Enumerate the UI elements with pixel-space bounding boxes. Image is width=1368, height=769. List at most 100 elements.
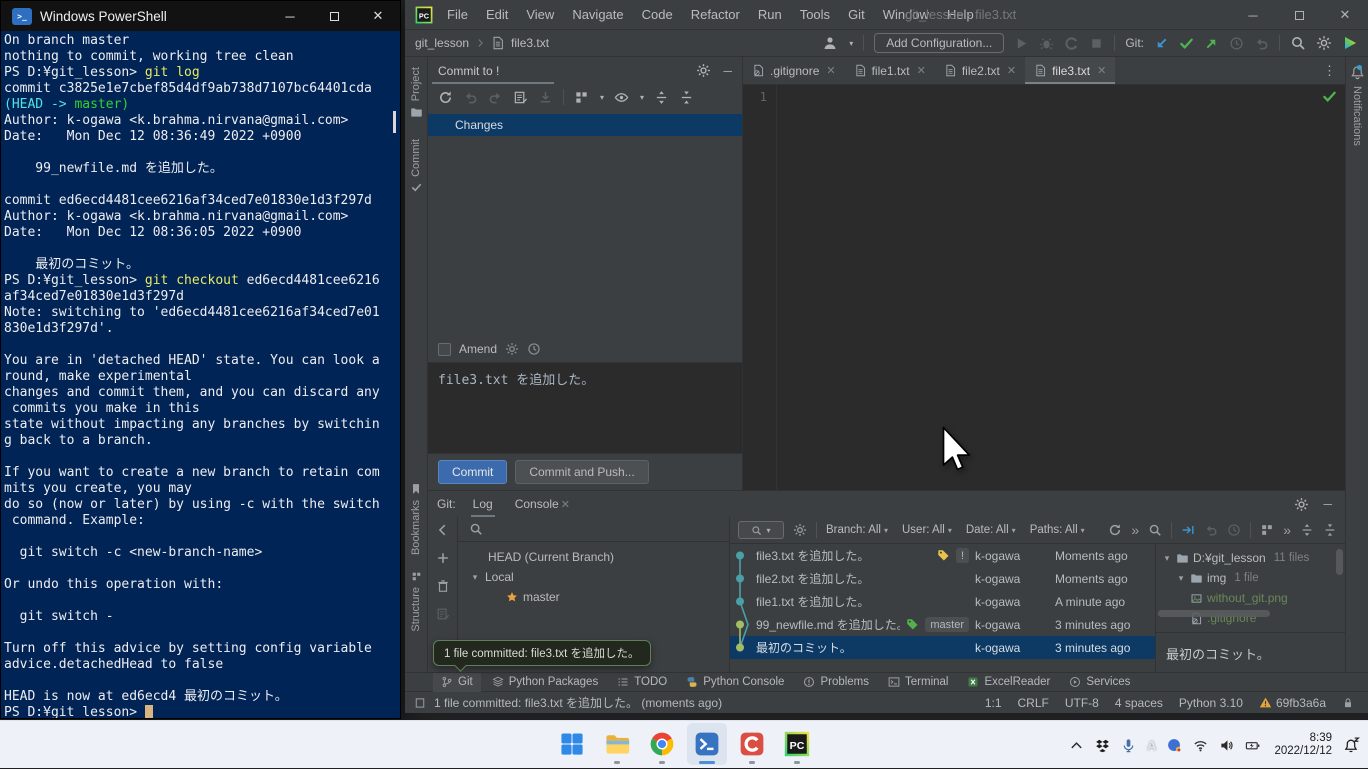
commit-row[interactable]: file1.txt を追加した。k-ogawaA minute ago bbox=[730, 590, 1155, 613]
update-project-button[interactable] bbox=[1154, 36, 1169, 51]
status-item[interactable]: 4 spaces bbox=[1115, 696, 1163, 710]
maximize-button[interactable] bbox=[312, 1, 356, 31]
filter-paths[interactable]: Paths: All▾ bbox=[1030, 524, 1085, 536]
powershell-terminal[interactable]: On branch masternothing to commit, worki… bbox=[1, 31, 400, 718]
sidebar-item-structure[interactable]: Structure bbox=[410, 571, 422, 632]
gear-icon[interactable] bbox=[793, 523, 807, 537]
menu-run[interactable]: Run bbox=[749, 4, 791, 25]
close-button[interactable]: ✕ bbox=[356, 1, 400, 31]
powershell-titlebar[interactable]: >_ Windows PowerShell ─ ✕ bbox=[1, 1, 400, 31]
history-icon[interactable] bbox=[527, 342, 541, 356]
taskbar-clock[interactable]: 8:39 2022/12/12 bbox=[1274, 732, 1332, 758]
expand-all-button[interactable] bbox=[654, 90, 669, 105]
tab-console[interactable]: Console✕ bbox=[504, 491, 581, 517]
editor-tab-file1.txt[interactable]: file1.txt✕ bbox=[845, 57, 935, 84]
toolwindow-git[interactable]: Git bbox=[433, 673, 481, 692]
chevron-down-icon[interactable]: ▾ bbox=[1176, 573, 1186, 584]
layout-icon[interactable] bbox=[414, 697, 426, 709]
refresh-changes-button[interactable] bbox=[438, 90, 453, 105]
close-button[interactable]: ✕ bbox=[1322, 0, 1368, 30]
commit-and-push-button[interactable]: Commit and Push... bbox=[515, 460, 648, 484]
branch-row-local[interactable]: ▾Local bbox=[458, 567, 729, 587]
breadcrumb-project[interactable]: git_lesson bbox=[415, 36, 469, 50]
commit-row[interactable]: 99_newfile.md を追加した。masterk-ogawa3 minut… bbox=[730, 613, 1155, 636]
menu-view[interactable]: View bbox=[517, 4, 563, 25]
vcs-warning[interactable]: 69fb3a6a bbox=[1259, 696, 1326, 710]
sidebar-item-bookmarks[interactable]: Bookmarks bbox=[410, 483, 422, 555]
search-log-button[interactable] bbox=[1148, 523, 1162, 537]
commit-message-history-button[interactable] bbox=[513, 90, 528, 105]
gear-icon[interactable] bbox=[1294, 497, 1309, 512]
editor-tab-file2.txt[interactable]: file2.txt✕ bbox=[935, 57, 1025, 84]
commit-notification-balloon[interactable]: 1 file committed: file3.txt を追加した。 bbox=[433, 640, 651, 666]
user-icon[interactable] bbox=[822, 35, 838, 51]
group-by-button[interactable] bbox=[574, 90, 589, 105]
collapse-graph-button[interactable] bbox=[1323, 523, 1337, 537]
toolwindow-problems[interactable]: Problems bbox=[795, 673, 877, 692]
branch-row-master[interactable]: master bbox=[458, 587, 729, 607]
commit-row[interactable]: 最初のコミット。k-ogawa3 minutes ago bbox=[730, 636, 1155, 659]
add-configuration-button[interactable]: Add Configuration... bbox=[874, 33, 1004, 53]
add-button[interactable] bbox=[436, 551, 450, 565]
microphone-tray-icon[interactable] bbox=[1121, 738, 1136, 753]
lock-icon[interactable] bbox=[1342, 697, 1354, 709]
go-to-hash-button[interactable] bbox=[1181, 523, 1195, 537]
commit-row[interactable]: file3.txt を追加した。!k-ogawaMoments ago bbox=[730, 544, 1155, 567]
filter-date[interactable]: Date: All▾ bbox=[966, 524, 1016, 536]
settings-button[interactable] bbox=[1316, 35, 1332, 51]
close-tab-icon[interactable]: ✕ bbox=[917, 64, 926, 77]
filter-user[interactable]: User: All▾ bbox=[902, 524, 952, 536]
toolwindow-todo[interactable]: TODO bbox=[609, 673, 675, 692]
toolwindow-python-packages[interactable]: Python Packages bbox=[484, 673, 607, 692]
minimize-button[interactable]: ─ bbox=[268, 1, 312, 31]
battery-icon[interactable] bbox=[1245, 738, 1260, 753]
hide-panel-button[interactable]: ─ bbox=[1323, 497, 1332, 511]
status-item[interactable]: 1:1 bbox=[985, 696, 1002, 710]
branch-search-row[interactable] bbox=[458, 517, 729, 542]
amend-checkbox[interactable] bbox=[438, 343, 451, 356]
close-tab-icon[interactable]: ✕ bbox=[1007, 64, 1016, 77]
toolwindow-services[interactable]: Services bbox=[1061, 673, 1138, 692]
status-item[interactable]: Python 3.10 bbox=[1179, 696, 1243, 710]
status-item[interactable]: CRLF bbox=[1018, 696, 1049, 710]
more-icon[interactable]: » bbox=[1283, 523, 1291, 537]
more-tabs-icon[interactable]: ⋮ bbox=[1314, 57, 1345, 84]
toolwindow-excelreader[interactable]: ExcelReader bbox=[959, 673, 1058, 692]
changes-tree[interactable]: Changes bbox=[428, 110, 742, 336]
tab-log[interactable]: Log bbox=[462, 491, 504, 517]
editor-tab-file3.txt[interactable]: file3.txt✕ bbox=[1025, 57, 1115, 84]
ime-indicator[interactable]: A bbox=[1147, 738, 1156, 753]
sidebar-item-commit[interactable]: Commit bbox=[410, 139, 422, 193]
menu-tools[interactable]: Tools bbox=[791, 4, 839, 25]
menu-navigate[interactable]: Navigate bbox=[563, 4, 632, 25]
notification-center-bell-icon[interactable] bbox=[1343, 737, 1360, 754]
menu-refactor[interactable]: Refactor bbox=[682, 4, 749, 25]
chevron-down-icon[interactable]: ▾ bbox=[470, 572, 480, 583]
editor-tab-.gitignore[interactable]: .gitignore✕ bbox=[743, 57, 845, 84]
minimize-button[interactable]: ─ bbox=[1230, 0, 1276, 30]
status-item[interactable]: UTF-8 bbox=[1065, 696, 1099, 710]
branch-row-head-current-branch-[interactable]: HEAD (Current Branch) bbox=[458, 547, 729, 567]
close-tab-icon[interactable]: ✕ bbox=[1097, 64, 1106, 77]
delete-button[interactable] bbox=[436, 579, 450, 593]
notifications-bell-wrap[interactable] bbox=[1350, 65, 1365, 80]
toolwindow-python-console[interactable]: Python Console bbox=[678, 673, 792, 692]
sidebar-item-project[interactable]: Project bbox=[410, 67, 423, 119]
more-icon[interactable]: » bbox=[1131, 523, 1139, 537]
commit-toolbar-button[interactable] bbox=[1179, 36, 1194, 51]
breadcrumb-file[interactable]: file3.txt bbox=[511, 36, 549, 50]
view-options-button[interactable] bbox=[614, 90, 629, 105]
file-explorer-app[interactable] bbox=[597, 723, 637, 765]
tray-overflow-button[interactable] bbox=[1069, 738, 1084, 753]
pycharm-app[interactable]: PC bbox=[777, 723, 817, 765]
maximize-button[interactable] bbox=[1276, 0, 1322, 30]
commit-row[interactable]: file2.txt を追加した。k-ogawaMoments ago bbox=[730, 567, 1155, 590]
expand-graph-button[interactable] bbox=[1300, 523, 1314, 537]
powershell-app[interactable] bbox=[687, 723, 727, 765]
log-search-field[interactable]: ▾ bbox=[738, 521, 784, 539]
volume-icon[interactable] bbox=[1219, 738, 1234, 753]
toolwindow-terminal[interactable]: Terminal bbox=[880, 673, 956, 692]
search-everywhere-button[interactable] bbox=[1290, 35, 1306, 51]
gear-icon[interactable] bbox=[505, 342, 519, 356]
editor-content[interactable]: 1 bbox=[743, 85, 1345, 490]
